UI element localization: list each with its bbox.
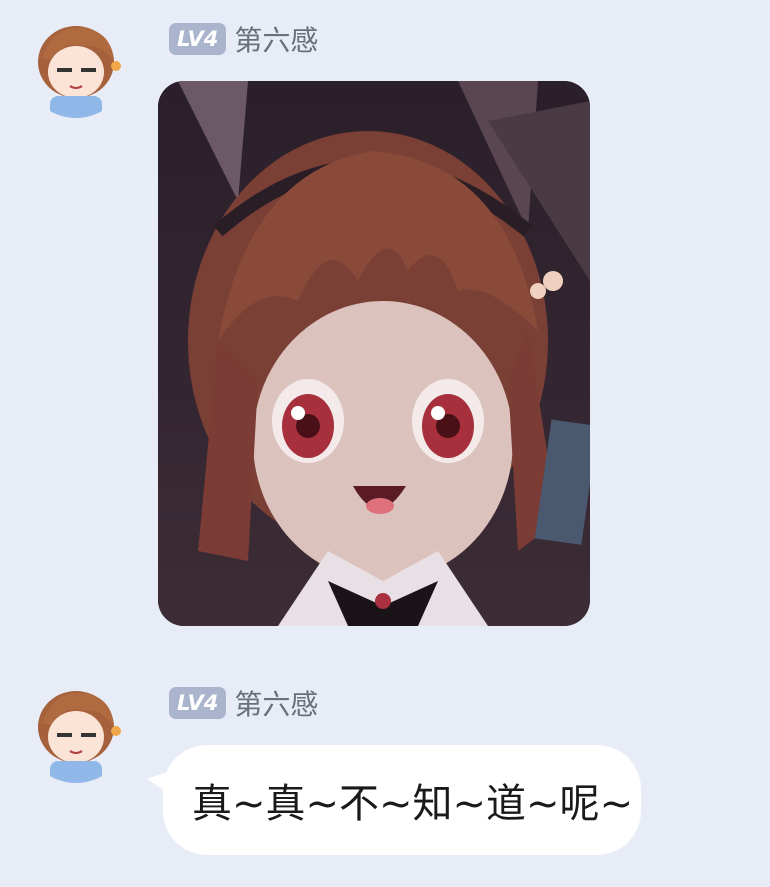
image-message[interactable]: [158, 81, 590, 626]
sender-avatar[interactable]: [24, 679, 128, 783]
anime-girl-sticker-image: [158, 81, 590, 626]
message-meta: LV4 第六感: [169, 685, 318, 721]
text-message-bubble[interactable]: 真~真~不~知~道~呢~: [163, 745, 641, 855]
message-text: 真~真~不~知~道~呢~: [192, 781, 634, 827]
anime-girl-avatar-icon: [24, 14, 128, 118]
sender-name[interactable]: 第六感: [234, 19, 318, 59]
level-badge: LV4: [169, 687, 227, 719]
level-badge: LV4: [169, 23, 227, 55]
message-meta: LV4 第六感: [169, 21, 318, 57]
anime-girl-avatar-icon: [24, 679, 128, 783]
sender-name[interactable]: 第六感: [234, 683, 318, 723]
chat-window: LV4 第六感 LV4 第六感 真~真~不~知~道~呢~: [0, 0, 770, 887]
sender-avatar[interactable]: [24, 14, 128, 118]
